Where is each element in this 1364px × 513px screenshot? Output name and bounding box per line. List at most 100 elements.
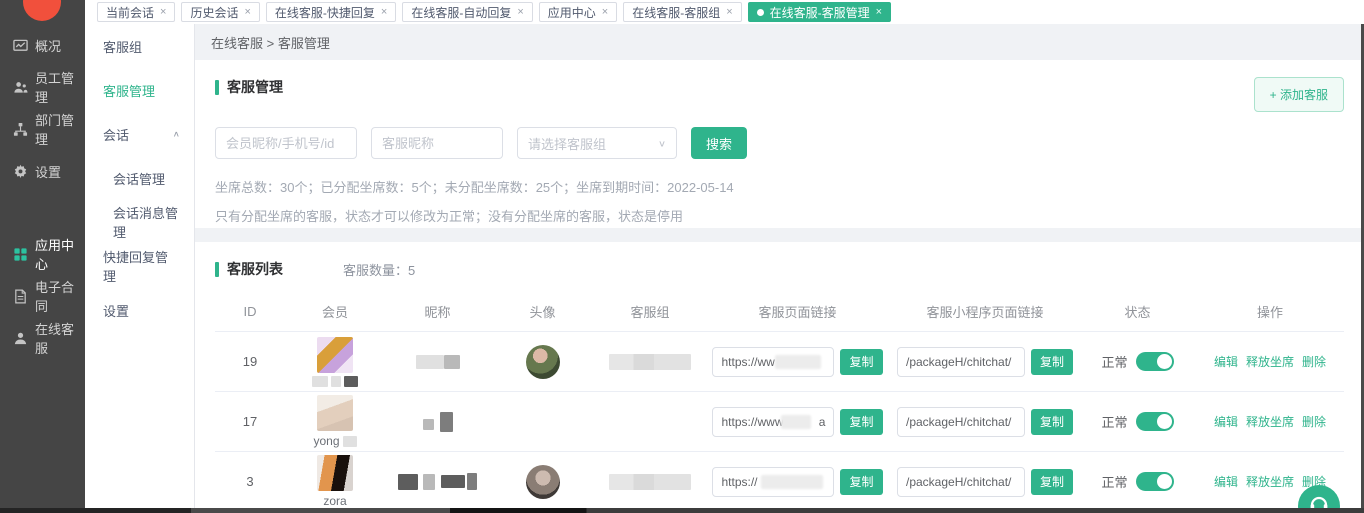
group-select[interactable]: 请选择客服组 ∨ [517, 127, 677, 159]
status-label: 正常 [1101, 412, 1127, 431]
copy-button[interactable]: 复制 [1031, 349, 1073, 375]
copy-button[interactable]: 复制 [840, 469, 882, 495]
chevron-up-icon: ∧ [173, 130, 180, 139]
primary-nav: 概况 员工管理 部门管理 设置 应用中心 电子合同 在线客服 [0, 24, 85, 359]
service-manage-panel: 客服管理 + 添加客服 请选择客服组 ∨ 搜索 坐席总数：30个；已分配坐席数：… [195, 60, 1364, 228]
close-icon[interactable]: × [517, 7, 523, 18]
sidebar-item-label: 在线客服 [35, 319, 85, 357]
actions-cell: 编辑 释放坐席 删除 [1195, 353, 1345, 370]
tab-history-session[interactable]: 历史会话× [181, 2, 259, 22]
avatar [526, 345, 560, 379]
edit-link[interactable]: 编辑 [1214, 353, 1238, 370]
avatar [526, 465, 560, 499]
status-toggle[interactable] [1136, 412, 1174, 431]
add-service-button[interactable]: + 添加客服 [1254, 77, 1344, 112]
nickname-cell [385, 355, 490, 369]
release-seat-link[interactable]: 释放坐席 [1246, 473, 1294, 490]
search-button[interactable]: 搜索 [691, 127, 747, 159]
sidebar-item-app-center[interactable]: 应用中心 [0, 233, 85, 275]
menu-item-quick-reply-manage[interactable]: 快捷回复管理 [85, 244, 194, 288]
app-logo [23, 0, 61, 21]
sidebar-item-label: 设置 [35, 162, 61, 181]
active-dot-icon [757, 9, 764, 16]
close-icon[interactable]: × [381, 7, 387, 18]
menu-item-settings[interactable]: 设置 [85, 288, 194, 332]
copy-button[interactable]: 复制 [1031, 409, 1073, 435]
panel-title: 客服管理 [227, 77, 283, 97]
secondary-sidebar: 客服组 客服管理 会话∧ 会话管理 会话消息管理 快捷回复管理 设置 [85, 24, 195, 513]
mini-link-input[interactable]: /packageH/chitchat/ [897, 347, 1025, 377]
service-list-panel: 客服列表 客服数量：5 ID 会员 昵称 头像 客服组 客服页面链接 客服小程序… [195, 242, 1364, 513]
sidebar-item-online-service[interactable]: 在线客服 [0, 317, 85, 359]
close-icon[interactable]: × [244, 7, 250, 18]
page-link-input[interactable]: https://wwwa [712, 407, 834, 437]
main-content: 在线客服 > 客服管理 客服管理 + 添加客服 请选择客服组 ∨ 搜索 坐席总数… [195, 24, 1364, 513]
release-seat-link[interactable]: 释放坐席 [1246, 353, 1294, 370]
close-icon[interactable]: × [602, 7, 608, 18]
sidebar-item-label: 员工管理 [35, 68, 85, 106]
overview-icon [13, 38, 28, 53]
tab-service-group[interactable]: 在线客服-客服组× [623, 2, 741, 22]
sidebar-item-settings[interactable]: 设置 [0, 150, 85, 192]
status-toggle[interactable] [1136, 472, 1174, 491]
sidebar-item-contract[interactable]: 电子合同 [0, 275, 85, 317]
close-icon[interactable]: × [726, 7, 732, 18]
status-toggle[interactable] [1136, 352, 1174, 371]
section-marker [215, 262, 219, 277]
menu-item-service-manage[interactable]: 客服管理 [85, 68, 194, 112]
delete-link[interactable]: 删除 [1302, 353, 1326, 370]
employees-icon [13, 80, 28, 95]
nickname-cell [385, 473, 490, 490]
seat-stats-text: 坐席总数：30个；已分配坐席数：5个；未分配坐席数：25个；坐席到期时间：202… [215, 177, 1344, 196]
mini-link-input[interactable]: /packageH/chitchat/ [897, 407, 1025, 437]
status-cell: 正常 [1080, 412, 1195, 431]
menu-item-session-message-manage[interactable]: 会话消息管理 [85, 200, 194, 244]
close-icon[interactable]: × [876, 7, 882, 18]
group-cell [595, 474, 705, 490]
edit-link[interactable]: 编辑 [1214, 413, 1238, 430]
settings-icon [13, 164, 28, 179]
table-row: 19 https://ww 复制 /packageH/chitchat/ 复制 … [215, 332, 1344, 392]
service-count: 客服数量：5 [343, 260, 415, 279]
bottom-edge [0, 508, 1364, 513]
release-seat-link[interactable]: 释放坐席 [1246, 413, 1294, 430]
tab-current-session[interactable]: 当前会话× [97, 2, 175, 22]
nickname-search-input[interactable] [371, 127, 503, 159]
member-cell [285, 337, 385, 387]
contract-icon [13, 289, 28, 304]
primary-sidebar: 概况 员工管理 部门管理 设置 应用中心 电子合同 在线客服 [0, 0, 85, 513]
tab-service-manage-active[interactable]: 在线客服-客服管理× [748, 2, 891, 22]
list-title: 客服列表 [227, 259, 283, 279]
nickname-cell [385, 412, 490, 432]
breadcrumb: 在线客服 > 客服管理 [195, 24, 1364, 60]
mini-link-cell: /packageH/chitchat/ 复制 [890, 407, 1080, 437]
row-id: 17 [215, 414, 285, 429]
departments-icon [13, 122, 28, 137]
sidebar-item-overview[interactable]: 概况 [0, 24, 85, 66]
copy-button[interactable]: 复制 [840, 409, 882, 435]
edit-link[interactable]: 编辑 [1214, 473, 1238, 490]
tab-auto-reply[interactable]: 在线客服-自动回复× [402, 2, 532, 22]
copy-button[interactable]: 复制 [1031, 469, 1073, 495]
mini-link-cell: /packageH/chitchat/ 复制 [890, 347, 1080, 377]
status-cell: 正常 [1080, 352, 1195, 371]
delete-link[interactable]: 删除 [1302, 413, 1326, 430]
sidebar-item-employees[interactable]: 员工管理 [0, 66, 85, 108]
member-search-input[interactable] [215, 127, 357, 159]
mini-link-input[interactable]: /packageH/chitchat/ [897, 467, 1025, 497]
app-center-icon [13, 247, 28, 262]
menu-item-session-manage[interactable]: 会话管理 [85, 156, 194, 200]
status-cell: 正常 [1080, 472, 1195, 491]
copy-button[interactable]: 复制 [840, 349, 882, 375]
tab-quick-reply[interactable]: 在线客服-快捷回复× [266, 2, 396, 22]
close-icon[interactable]: × [160, 7, 166, 18]
sidebar-item-departments[interactable]: 部门管理 [0, 108, 85, 150]
page-link-input[interactable]: https://ww [712, 347, 834, 377]
chevron-down-icon: ∨ [658, 138, 666, 148]
menu-item-session[interactable]: 会话∧ [85, 112, 194, 156]
page-link-input[interactable]: https:// [712, 467, 834, 497]
tab-app-center[interactable]: 应用中心× [539, 2, 617, 22]
menu-item-service-group[interactable]: 客服组 [85, 24, 194, 68]
sidebar-item-label: 概况 [35, 36, 61, 55]
sidebar-item-label: 电子合同 [35, 277, 85, 315]
